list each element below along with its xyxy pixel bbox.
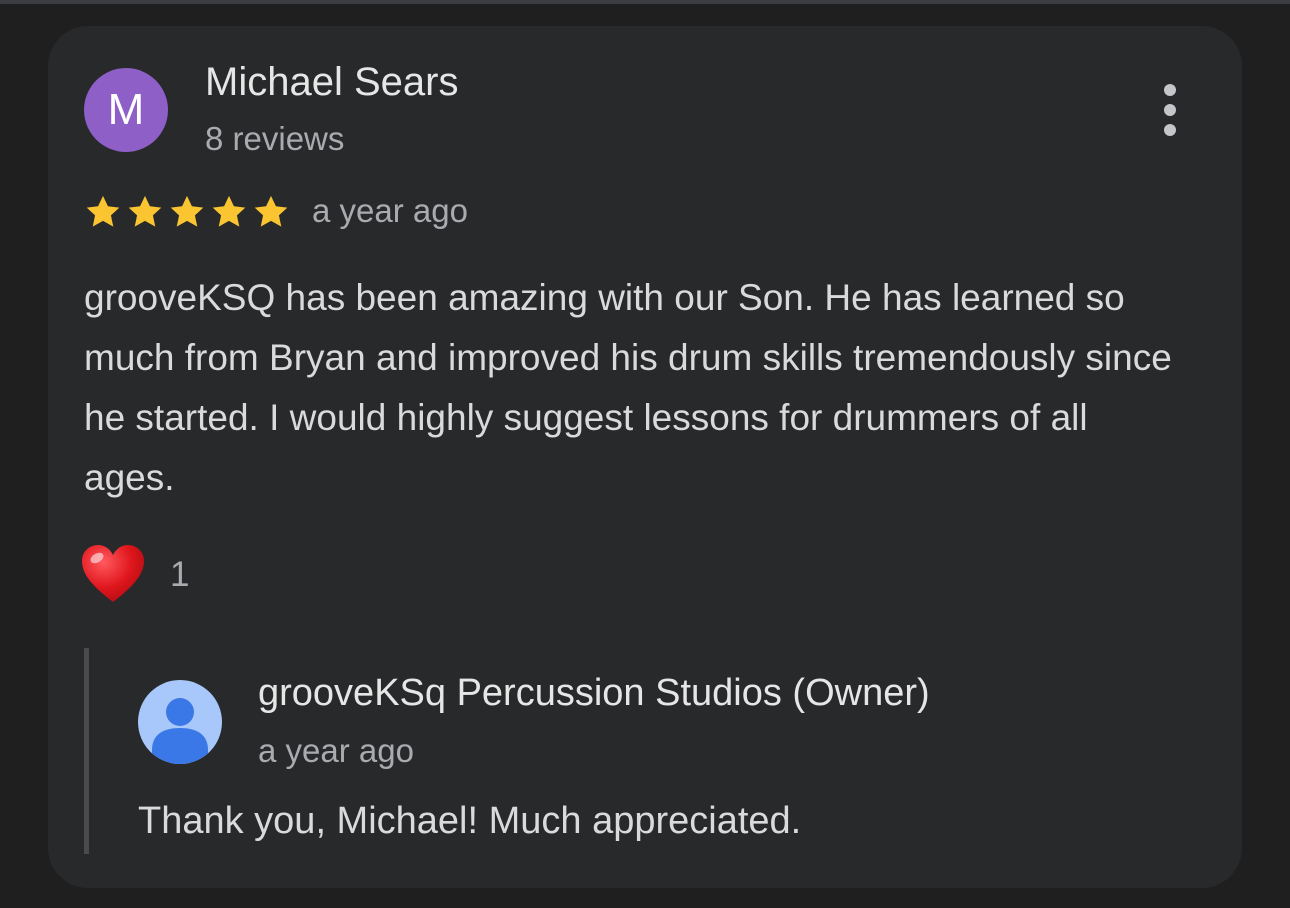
star-icon [170,195,204,227]
review-text: grooveKSQ has been amazing with our Son.… [84,277,1172,498]
review-time: a year ago [312,192,468,229]
reaction-count: 1 [170,555,190,594]
star-icon [212,195,246,227]
heart-icon [82,545,144,602]
person-icon [138,680,222,764]
star-icon [86,195,120,227]
more-vert-icon-dot [1164,104,1176,116]
reaction-button[interactable]: 1 [80,544,189,606]
reviewer-initial: M [107,85,145,134]
more-vert-icon-dot [1164,124,1176,136]
owner-reply-divider [84,648,89,854]
owner-name[interactable]: grooveKSq Percussion Studios (Owner) [258,672,930,715]
reviewer-name[interactable]: Michael Sears [205,60,458,105]
star-icon [128,195,162,227]
reviewer-avatar[interactable]: M [84,68,168,152]
more-vert-icon-dot [1164,84,1176,96]
window-top-border [0,0,1290,4]
more-options-button[interactable] [1148,78,1192,142]
reviewer-review-count: 8 reviews [205,120,345,157]
owner-reply-text: Thank you, Michael! Much appreciated. [138,800,802,842]
star-icon [254,195,288,227]
owner-reply-time: a year ago [258,732,414,769]
owner-avatar[interactable] [138,680,222,764]
star-rating [84,190,290,234]
